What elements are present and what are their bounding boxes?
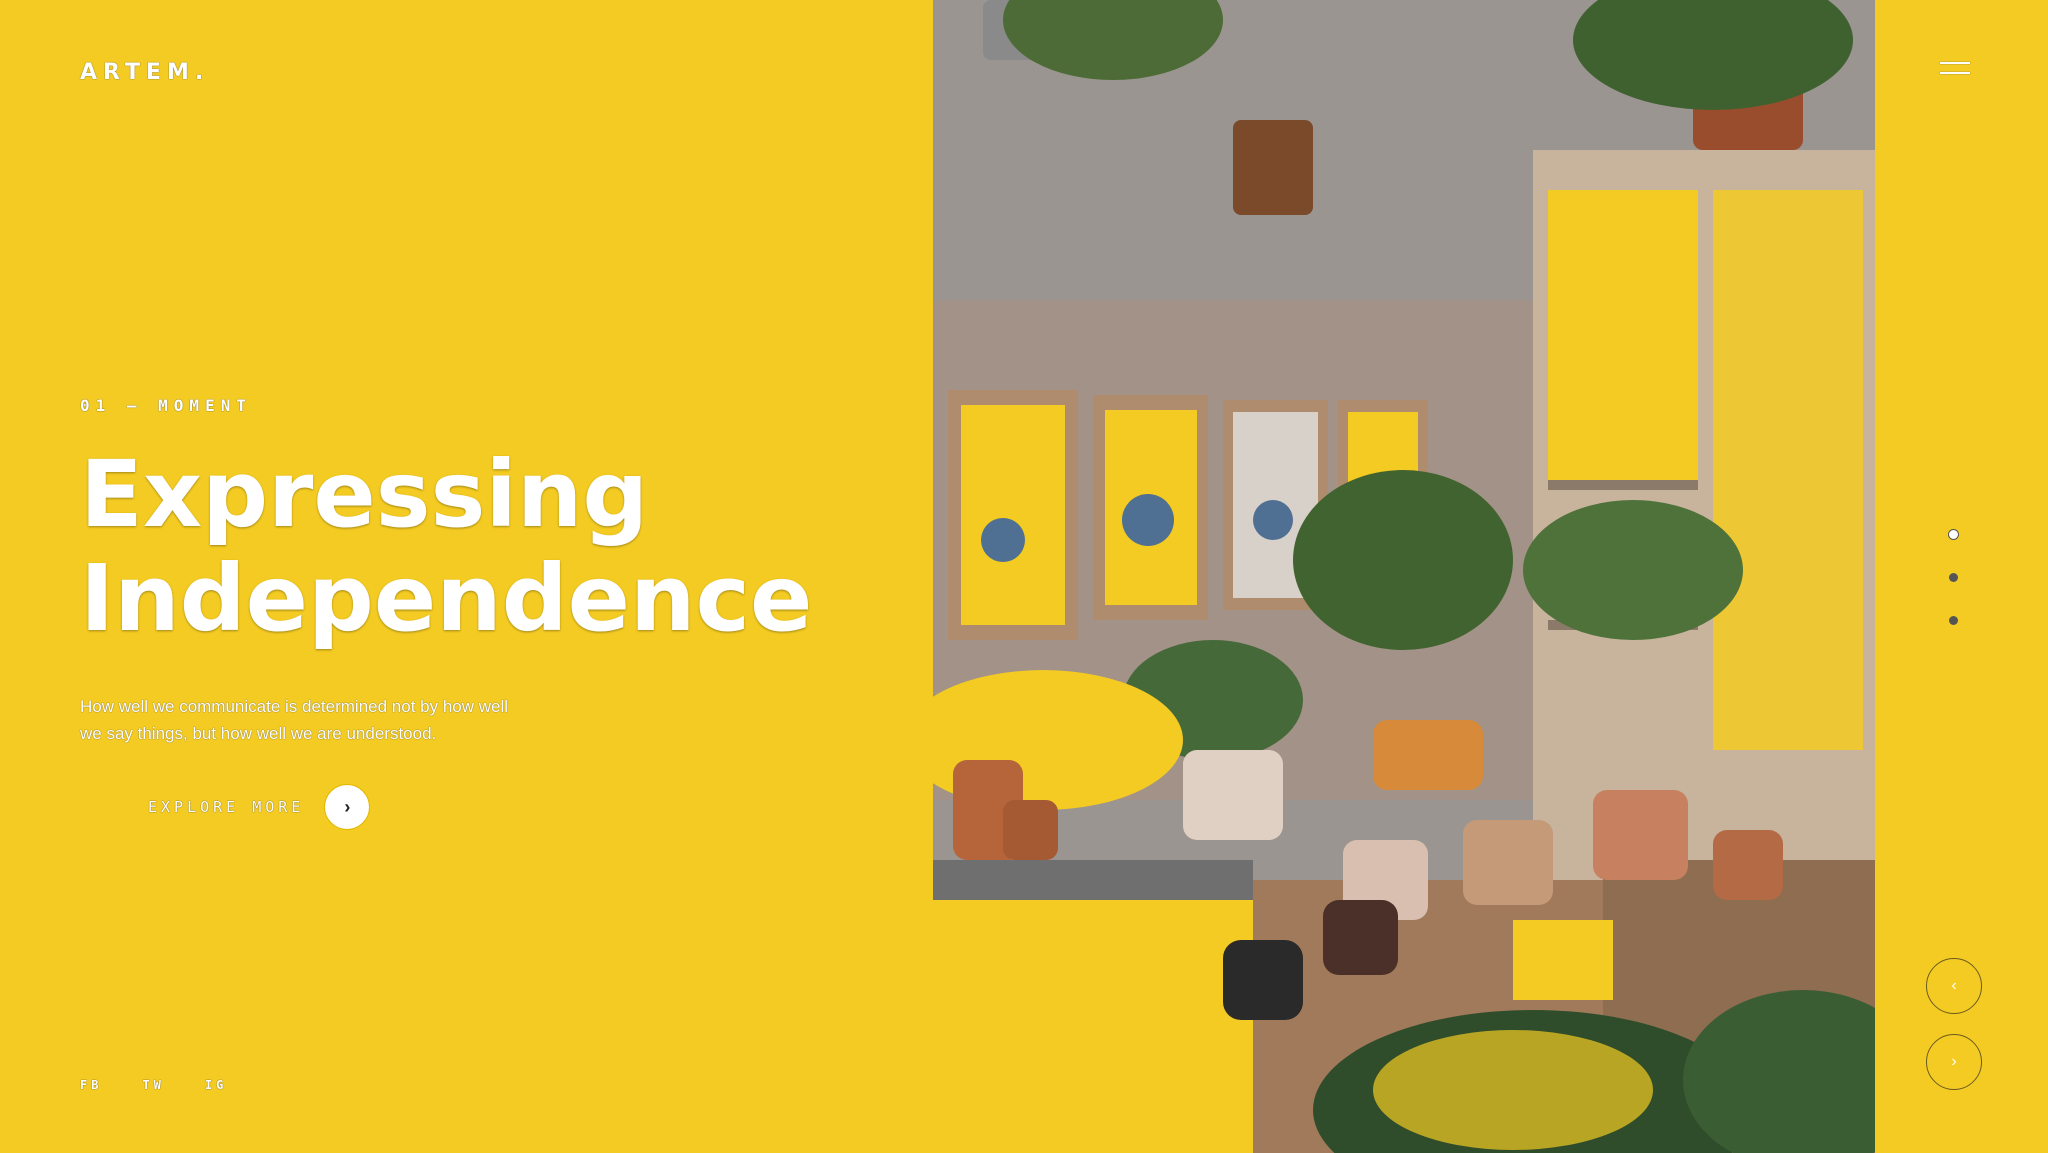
social-link-instagram[interactable]: IG <box>205 1078 227 1092</box>
social-link-twitter[interactable]: TW <box>142 1078 164 1092</box>
hero-subtitle: How well we communicate is determined no… <box>80 697 509 743</box>
plant-shop-illustration <box>933 0 1875 1153</box>
hero-image <box>933 0 1875 1153</box>
next-slide-button[interactable]: › <box>1926 1034 1982 1090</box>
slide-dot-3[interactable] <box>1949 616 1958 625</box>
prev-slide-button[interactable]: ‹ <box>1926 958 1982 1014</box>
brand-logo[interactable]: ARTEM. <box>80 60 209 85</box>
explore-more-label: EXPLORE MORE <box>148 798 305 816</box>
slide-dot-2[interactable] <box>1949 573 1958 582</box>
hamburger-menu-icon[interactable] <box>1940 62 1970 78</box>
social-links: FB TW IG <box>80 1078 227 1092</box>
chevron-right-icon[interactable]: › <box>324 784 371 830</box>
slide-dot-1[interactable] <box>1949 530 1958 539</box>
hero-title-line-1: Expressing <box>80 441 649 548</box>
menu-line <box>1940 62 1970 64</box>
menu-line <box>1940 72 1970 74</box>
social-link-facebook[interactable]: FB <box>80 1078 102 1092</box>
chevron-left-icon: ‹ <box>1951 977 1957 994</box>
chevron-right-icon: › <box>1951 1053 1957 1070</box>
hero-content: 01 — MOMENT Expressing Independence How … <box>80 396 900 747</box>
slide-eyebrow: 01 — MOMENT <box>80 396 252 415</box>
hero-title-line-2: Independence <box>80 545 813 652</box>
explore-more-button[interactable]: EXPLORE MORE › <box>148 784 371 830</box>
slide-pagination <box>1949 530 1958 625</box>
hero-title: Expressing Independence <box>80 443 900 651</box>
